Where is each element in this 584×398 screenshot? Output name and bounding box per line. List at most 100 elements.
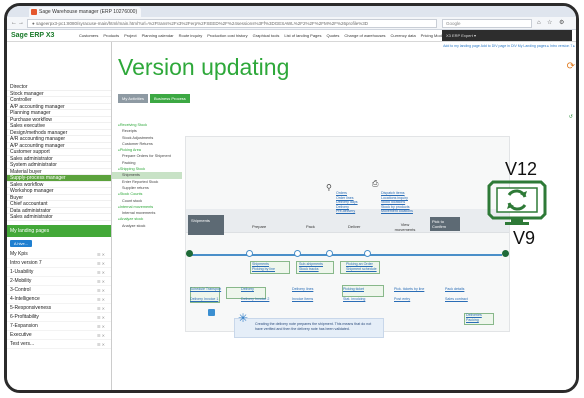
browser-search-input[interactable]: Google <box>442 19 532 28</box>
business-process-button[interactable]: Business Process <box>150 94 190 103</box>
browser-address-bar: ← → ● sageerpx3-pc1:8080/syracuse-main/h… <box>7 17 576 30</box>
top-menu-item[interactable]: Project <box>124 33 136 38</box>
kpi-item[interactable]: 3-Control ☰ ✕ <box>7 286 111 295</box>
process-link[interactable]: Picking by line <box>252 267 296 272</box>
process-link[interactable]: Delivery lines <box>292 287 340 297</box>
kpi-actions-icon[interactable]: ☰ ✕ <box>97 268 105 277</box>
kpi-item[interactable]: Test vers... ☰ ✕ <box>7 340 111 349</box>
browser-tab[interactable]: Sage Warehouse manager (ERP 10276000) <box>29 7 141 17</box>
shipments-box[interactable]: Shipments <box>188 215 224 235</box>
kpi-actions-icon[interactable]: ☰ ✕ <box>97 322 105 331</box>
process-link[interactable]: Invoice Items <box>292 297 340 307</box>
screenshot-frame: Sage Warehouse manager (ERP 10276000) ← … <box>4 3 579 393</box>
sidebar-item[interactable]: Sales administrator <box>7 214 111 221</box>
info-box: Creating the delivery note prepares the … <box>234 318 384 338</box>
kpi-label: Test vers... <box>10 340 35 347</box>
view-switch: My Activities Business Process <box>118 94 190 104</box>
top-menu-item[interactable]: Planning calendar <box>142 33 174 38</box>
kpi-label: 1-Usability <box>10 268 34 275</box>
process-link[interactable]: Delivery <box>241 287 289 297</box>
kpi-actions-icon[interactable]: ☰ ✕ <box>97 250 105 259</box>
kpi-item[interactable]: 4-Intelligence ☰ ✕ <box>7 295 111 304</box>
stage-pick-confirm[interactable]: Pick to Confirm <box>430 217 460 231</box>
top-menu-item[interactable]: Production cost history <box>207 33 247 38</box>
process-diagram: Shipments Prepare Pack Deliver View move… <box>185 136 510 338</box>
kpi-item[interactable]: 2-Mobility ☰ ✕ <box>7 277 111 286</box>
kpi-label: Intro version 7 <box>10 259 42 266</box>
top-menu-item[interactable]: List of landing Pages <box>284 33 321 38</box>
forward-arrow-icon[interactable]: → <box>18 20 24 27</box>
printer-icon[interactable]: ⎙ <box>372 179 378 189</box>
process-tree: Receiving StockReceiptsStock Adjustments… <box>112 122 182 229</box>
url-field[interactable]: ● sageerpx3-pc1:8080/syracuse-main/html/… <box>27 19 437 28</box>
user-menu[interactable]: X3 ERP Expert ▾ <box>442 30 572 41</box>
top-menu-item[interactable]: Quotes <box>327 33 340 38</box>
star-icon[interactable]: ☆ <box>547 20 552 27</box>
top-menu-item[interactable]: Products <box>103 33 119 38</box>
kpi-actions-icon[interactable]: ☰ ✕ <box>97 304 105 313</box>
sidebar-list: Director Stock manager Controller A/P accou… <box>7 84 111 221</box>
sage-logo[interactable]: Sage ERP X3 <box>11 31 54 41</box>
kpi-actions-icon[interactable]: ☰ ✕ <box>97 340 105 349</box>
process-link[interactable]: Sales contract <box>445 297 493 307</box>
process-link[interactable]: Packing <box>466 318 482 323</box>
top-menu-item[interactable]: Route inquiry <box>179 33 203 38</box>
process-link[interactable]: Picking ticket <box>343 287 391 297</box>
back-arrow-icon[interactable]: ← <box>11 20 17 27</box>
process-link[interactable]: Stat. invoicing <box>343 297 391 307</box>
kpi-actions-icon[interactable]: ☰ ✕ <box>97 295 105 304</box>
process-link[interactable]: Pack details <box>445 287 493 297</box>
process-link[interactable]: Schedule Transport <box>190 287 238 297</box>
kpi-label: 2-Mobility <box>10 277 32 284</box>
process-line <box>192 254 502 256</box>
process-node-start <box>186 250 193 257</box>
version-top-label: V12 <box>505 159 538 179</box>
kpi-item[interactable]: 6-Profitability ☰ ✕ <box>7 313 111 322</box>
top-menu-item[interactable]: Currency data <box>391 33 416 38</box>
kpi-item[interactable]: Executive ☰ ✕ <box>7 331 111 340</box>
kpi-label: 4-Intelligence <box>10 295 40 302</box>
process-link[interactable]: Post entry <box>394 297 442 307</box>
landing-pages-header[interactable]: My landing pages <box>7 224 111 237</box>
process-link[interactable]: Delivery Invoice 1 <box>190 297 238 307</box>
top-center-links: Orders Order lines Delivery days Delivery Pr… <box>336 191 358 214</box>
process-link[interactable]: Movement locations <box>381 209 413 214</box>
kpi-item[interactable]: 1-Usability ☰ ✕ <box>7 268 111 277</box>
kpi-item[interactable]: 7-Expansion ☰ ✕ <box>7 322 111 331</box>
kpi-actions-icon[interactable]: ☰ ✕ <box>97 277 105 286</box>
kpi-label: Executive <box>10 331 32 338</box>
landing-new-button[interactable]: A hive... <box>10 239 32 247</box>
kpi-item[interactable]: Intro version 7 ☰ ✕ <box>7 259 111 268</box>
kpi-label: 3-Control <box>10 286 31 293</box>
process-link[interactable]: Pick. tickets by line <box>394 287 442 297</box>
document-icon[interactable] <box>208 309 215 316</box>
magnifier-icon[interactable]: ⚲ <box>326 183 332 192</box>
top-menu-item[interactable]: Change of warehouses <box>344 33 385 38</box>
kpi-actions-icon[interactable]: ☰ ✕ <box>97 331 105 340</box>
sidebar: Director Stock manager Controller A/P accou… <box>7 42 112 390</box>
process-link[interactable]: Stock tracks <box>299 267 343 272</box>
row1-links: Shipments Sub-shipments Picking an Order Pi… <box>252 262 392 271</box>
my-activities-button[interactable]: My Activities <box>118 94 149 103</box>
home-icon[interactable]: ⌂ <box>537 20 541 27</box>
top-menu-item[interactable]: Graphical tools <box>253 33 280 38</box>
expand-icon[interactable]: ↺ <box>569 114 573 120</box>
refresh-icon[interactable]: ⟳ <box>567 62 575 72</box>
top-menu-item[interactable]: Customers <box>79 33 98 38</box>
stage-view-movements: View movements <box>394 222 416 232</box>
kpi-item[interactable]: 5-Responsiveness ☰ ✕ <box>7 304 111 313</box>
browser-tab-title: Sage Warehouse manager (ERP 10276000) <box>39 9 138 15</box>
process-node <box>326 250 333 257</box>
kpi-actions-icon[interactable]: ☰ ✕ <box>97 259 105 268</box>
settings-icon[interactable]: ⚙ <box>559 20 564 27</box>
process-link[interactable]: Shipment schedule <box>346 267 390 272</box>
process-link[interactable]: Delivery Invoice 2 <box>241 297 289 307</box>
kpi-actions-icon[interactable]: ☰ ✕ <box>97 313 105 322</box>
kpi-actions-icon[interactable]: ☰ ✕ <box>97 286 105 295</box>
kpi-item[interactable]: My Kpis ☰ ✕ <box>7 250 111 259</box>
landing-links[interactable]: Add to my landing page Add to DIV page i… <box>443 44 575 48</box>
process-link[interactable]: Pre-delivery <box>336 209 358 214</box>
stage-deliver: Deliver <box>348 224 361 229</box>
tree-item[interactable]: Analyze stock <box>112 223 182 229</box>
